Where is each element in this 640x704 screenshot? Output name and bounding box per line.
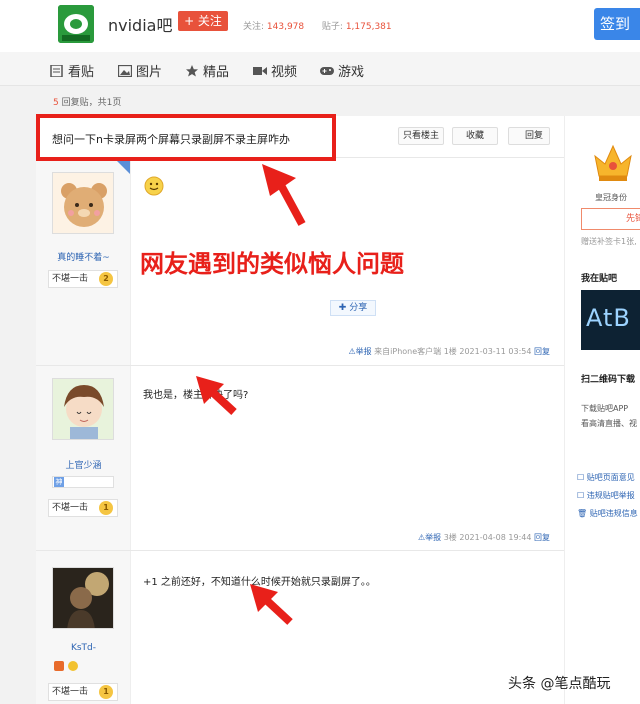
- promo-text: 赠送补签卡1张,: [581, 237, 637, 246]
- download-text: 下载贴吧APP: [581, 404, 629, 413]
- feedback-link[interactable]: ☐ 贴吧页面意见: [577, 472, 635, 483]
- my-bar-avatar[interactable]: AtB: [581, 290, 640, 350]
- my-bar-logo-text: AtB: [586, 304, 631, 332]
- report-bar-link[interactable]: ☐ 违规贴吧举报: [577, 490, 635, 501]
- violation-link[interactable]: 🗑 贴吧违规信息: [577, 508, 638, 519]
- vip-button[interactable]: 先锋: [581, 208, 640, 230]
- my-bars-title: 我在贴吧: [581, 274, 618, 284]
- crown-label: 皇冠身份: [595, 193, 627, 202]
- qr-title: 扫二维码下载: [581, 375, 636, 385]
- right-sidebar: 皇冠身份 先锋 赠送补签卡1张, 我在贴吧 AtB 扫二维码下载 下载贴吧APP…: [564, 116, 640, 704]
- annotation-caption: 网友遇到的类似恼人问题: [140, 250, 404, 278]
- download-subtext: 看高清直播、视: [581, 419, 637, 428]
- annotation-arrows: [196, 164, 306, 625]
- watermark: 头条 @笔点酷玩: [508, 676, 611, 692]
- crown-icon: [594, 144, 632, 181]
